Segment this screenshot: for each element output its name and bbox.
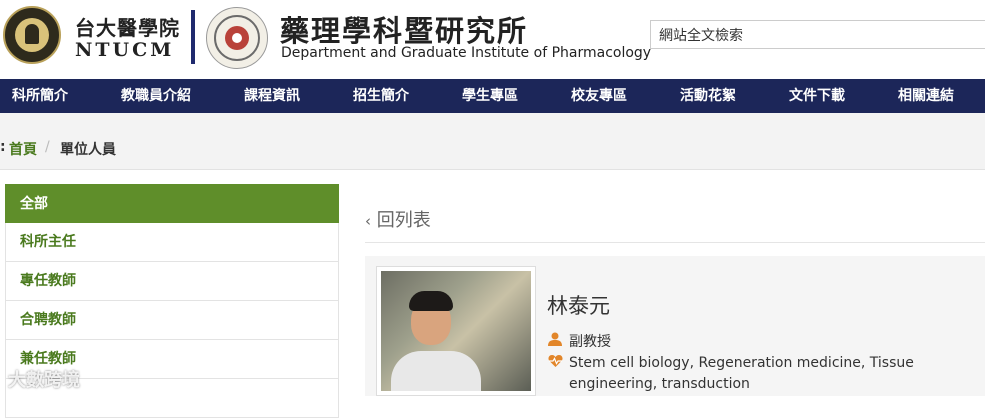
person-title: 副教授: [569, 334, 611, 350]
nav-item-faculty[interactable]: 教職員介紹: [121, 79, 191, 113]
person-name: 林泰元: [547, 294, 610, 318]
nav-item-downloads[interactable]: 文件下載: [789, 79, 845, 113]
department-name-cn: 藥理學科暨研究所: [280, 14, 529, 48]
ntu-medicine-logo[interactable]: [3, 6, 61, 64]
person-research: Stem cell biology, Regeneration medicine…: [569, 355, 914, 392]
sidebar-item-director[interactable]: 科所主任: [5, 223, 339, 262]
user-icon: [548, 332, 562, 346]
college-name-cn: 台大醫學院: [75, 16, 180, 40]
site-header: 台大醫學院 NTUCM 藥理學科暨研究所 Department and Grad…: [0, 0, 985, 79]
breadcrumb-home-link[interactable]: 首頁: [9, 139, 37, 159]
department-name-en: Department and Graduate Institute of Pha…: [281, 45, 652, 61]
header-divider: [191, 10, 195, 64]
nav-item-admissions[interactable]: 招生簡介: [353, 79, 409, 113]
person-photo: [376, 266, 536, 396]
back-to-list-label: 回列表: [376, 210, 431, 231]
nav-item-about[interactable]: 科所簡介: [12, 79, 68, 113]
breadcrumb-colon: :: [0, 139, 6, 155]
divider: [365, 242, 985, 243]
main-nav: 科所簡介 教職員介紹 課程資訊 招生簡介 學生專區 校友專區 活動花絮 文件下載…: [0, 79, 985, 113]
nav-item-students[interactable]: 學生專區: [462, 79, 518, 113]
nav-item-events[interactable]: 活動花絮: [680, 79, 736, 113]
site-search-input[interactable]: 網站全文檢索: [650, 20, 985, 49]
sidebar-item-fulltime[interactable]: 專任教師: [5, 262, 339, 301]
breadcrumb-separator: /: [45, 139, 50, 155]
breadcrumb-current: 單位人員: [60, 142, 116, 158]
department-logo[interactable]: [206, 7, 268, 69]
sidebar-item-all[interactable]: 全部: [5, 184, 339, 223]
nav-item-alumni[interactable]: 校友專區: [571, 79, 627, 113]
back-to-list-link[interactable]: ‹ 回列表: [365, 206, 431, 232]
sidebar-item-joint[interactable]: 合聘教師: [5, 301, 339, 340]
watermark: 大數跨境: [8, 370, 80, 391]
nav-item-courses[interactable]: 課程資訊: [244, 79, 300, 113]
chevron-left-icon: ‹: [365, 212, 371, 230]
heartbeat-icon: [548, 355, 563, 367]
breadcrumb: : 首頁 / 單位人員: [0, 113, 985, 170]
nav-item-links[interactable]: 相關連結: [898, 79, 954, 113]
college-name-en: NTUCM: [75, 39, 175, 61]
